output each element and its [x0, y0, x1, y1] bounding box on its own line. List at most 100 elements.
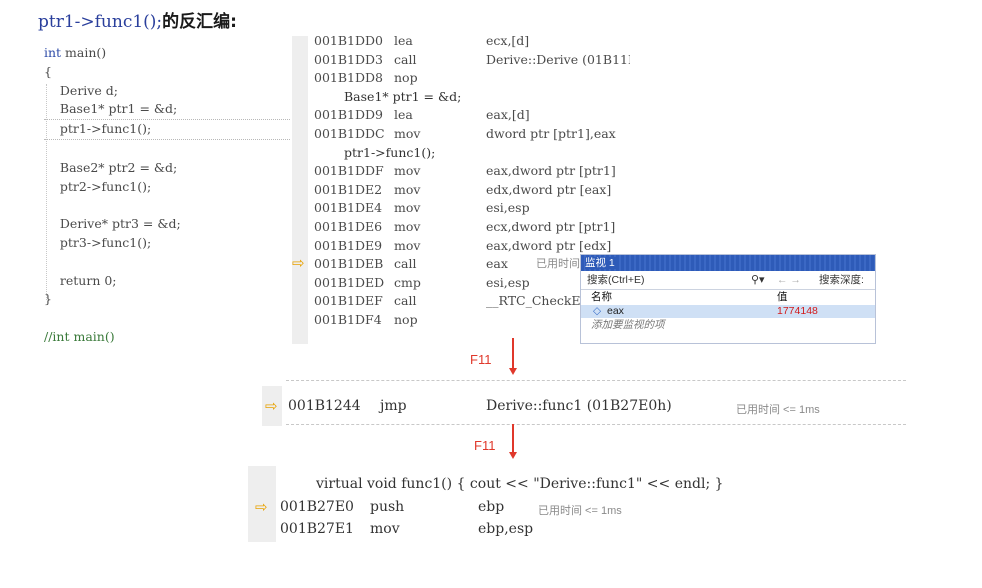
page-heading: ptr1->func1();的反汇编:	[38, 7, 237, 32]
step-label-f11: F11	[470, 352, 492, 367]
snippet2-source: virtual void func1() { cout << "Derive::…	[316, 476, 724, 492]
watch-search-input[interactable]: 搜索(Ctrl+E)	[587, 271, 644, 289]
disasm-addr: 001B1DE9	[314, 237, 383, 253]
source-line[interactable]	[44, 253, 290, 272]
disasm-op: nop	[394, 312, 418, 327]
watch-row-name: eax	[607, 305, 624, 317]
snippet1-timing: 已用时间 <= 1ms	[736, 404, 820, 416]
disasm-op: mov	[394, 126, 421, 141]
disasm-source-text: Base1* ptr1 = &d;	[344, 88, 462, 104]
disasm-addr: 001B1DDF	[314, 163, 384, 179]
source-line[interactable]: Base1* ptr1 = &d;	[44, 100, 290, 119]
disasm-op: mov	[394, 163, 421, 179]
disasm-arg: Derive::Derive (01B11F9h)	[486, 51, 630, 67]
current-instruction-arrow-icon: ⇨	[292, 254, 305, 272]
step-arrow-down-icon	[509, 368, 517, 375]
snippet2-row1-arg: ebp	[478, 499, 505, 515]
source-line[interactable]	[44, 196, 290, 215]
disasm-addr: 001B1DD9	[314, 107, 383, 123]
disasm-op: lea	[394, 36, 413, 48]
watch-search-depth[interactable]: 搜索深度:	[819, 271, 864, 289]
disasm-op: lea	[394, 107, 413, 123]
snippet2-row2-addr: 001B27E1	[280, 521, 354, 537]
source-line[interactable]	[44, 140, 290, 159]
source-line[interactable]	[44, 309, 290, 328]
disasm-op: cmp	[394, 274, 421, 290]
watch-search-bar[interactable]: 搜索(Ctrl+E) ⚲▾ ← → 搜索深度:	[581, 271, 875, 290]
snippet1-op: jmp	[380, 398, 407, 414]
disasm-arg: eax,[d]	[486, 107, 530, 123]
disasm-op: call	[394, 51, 417, 67]
disasm-arg: eax,dword ptr [ptr1]	[486, 163, 616, 179]
watch-title: 监视 1	[585, 257, 619, 269]
disasm-addr: 001B1DED	[314, 274, 385, 290]
source-line[interactable]: }	[44, 290, 290, 309]
snippet2-row2-op: mov	[370, 521, 400, 537]
source-text: main()	[61, 45, 107, 60]
source-line[interactable]: Derive* ptr3 = &d;	[44, 215, 290, 234]
disasm-addr: 001B1DD3	[314, 51, 383, 67]
source-code-panel: int main(){ Derive d; Base1* ptr1 = &d; …	[44, 44, 290, 344]
disasm-addr: 001B1DE6	[314, 219, 383, 234]
disasm-addr: 001B1DEF	[314, 293, 383, 309]
watch-title-bar[interactable]: 监视 1	[581, 255, 875, 271]
disasm-arg: esi,esp	[486, 200, 530, 216]
search-icon[interactable]: ⚲▾	[751, 271, 765, 289]
step-label-f11-2: F11	[474, 438, 496, 453]
disasm-addr: 001B1DEB	[314, 256, 384, 272]
heading-code: ptr1->func1();	[38, 12, 163, 32]
disasm-arg: eax	[486, 256, 508, 272]
watch-col-name: 名称	[591, 291, 612, 303]
disasm-op: mov	[394, 237, 421, 253]
disasm-op: call	[394, 293, 417, 309]
disasm-op: mov	[394, 200, 421, 216]
snippet1-addr: 001B1244	[288, 398, 361, 414]
variable-icon: ◇	[593, 305, 602, 317]
disasm-source-text: ptr1->func1();	[344, 144, 436, 160]
disasm-addr: 001B1DD8	[314, 70, 383, 86]
snippet1-arrow-icon: ⇨	[265, 397, 278, 415]
source-line[interactable]: //int main()	[44, 328, 290, 347]
disasm-arg: ecx,dword ptr [ptr1]	[486, 219, 616, 234]
source-line[interactable]: return 0;	[44, 272, 290, 291]
step-arrow-line	[512, 338, 514, 370]
source-line[interactable]: {	[44, 63, 290, 82]
disasm-timing: 已用时间	[536, 258, 580, 271]
nav-arrows-icon[interactable]: ← →	[777, 271, 801, 289]
disasm-arg: __RTC_CheckEsp	[486, 293, 595, 309]
watch-add-item[interactable]: 添加要监视的项	[581, 318, 875, 332]
disasm-addr: 001B1DE4	[314, 200, 383, 216]
source-keyword: int	[44, 45, 62, 60]
snippet2-row1-timing: 已用时间 <= 1ms	[538, 505, 622, 517]
disasm-arg: eax,dword ptr [edx]	[486, 237, 612, 253]
disasm-addr: 001B1DDC	[314, 126, 385, 141]
watch-window[interactable]: 监视 1 搜索(Ctrl+E) ⚲▾ ← → 搜索深度: 名称 值 ◇ eax …	[580, 254, 876, 344]
snippet1-arg: Derive::func1 (01B27E0h)	[486, 398, 672, 414]
step-arrow-down-icon-2	[509, 452, 517, 459]
snippet2-row1-op: push	[370, 499, 405, 515]
disasm-op: mov	[394, 181, 421, 197]
snippet1-cut-top	[286, 380, 906, 387]
watch-row[interactable]: ◇ eax 1774148	[581, 305, 875, 318]
disasm-arg: esi,esp	[486, 274, 530, 290]
disasm-addr: 001B1DE2	[314, 181, 383, 197]
source-line[interactable]: int main()	[44, 44, 290, 63]
disasm-addr: 001B1DD0	[314, 36, 383, 48]
disasm-op: mov	[394, 219, 421, 234]
watch-header: 名称 值	[581, 290, 875, 305]
disassembly-gutter[interactable]	[292, 36, 308, 344]
disasm-op: call	[394, 256, 417, 272]
source-line[interactable]: ptr2->func1();	[44, 178, 290, 197]
source-line[interactable]: Base2* ptr2 = &d;	[44, 159, 290, 178]
snippet1-cut-bottom	[286, 424, 906, 427]
source-line[interactable]: Derive d;	[44, 82, 290, 101]
heading-text: 的反汇编:	[162, 12, 237, 32]
snippet2-row1-addr: 001B27E0	[280, 499, 354, 515]
source-line[interactable]: ptr3->func1();	[44, 234, 290, 253]
disasm-arg: dword ptr [ptr1],eax	[486, 126, 616, 141]
source-line[interactable]: ptr1->func1();	[44, 119, 290, 140]
step-arrow-line-2	[512, 424, 514, 454]
disasm-arg: ecx,[d]	[486, 36, 530, 48]
watch-row-value: 1774148	[777, 305, 818, 317]
disasm-addr: 001B1DF4	[314, 312, 382, 327]
